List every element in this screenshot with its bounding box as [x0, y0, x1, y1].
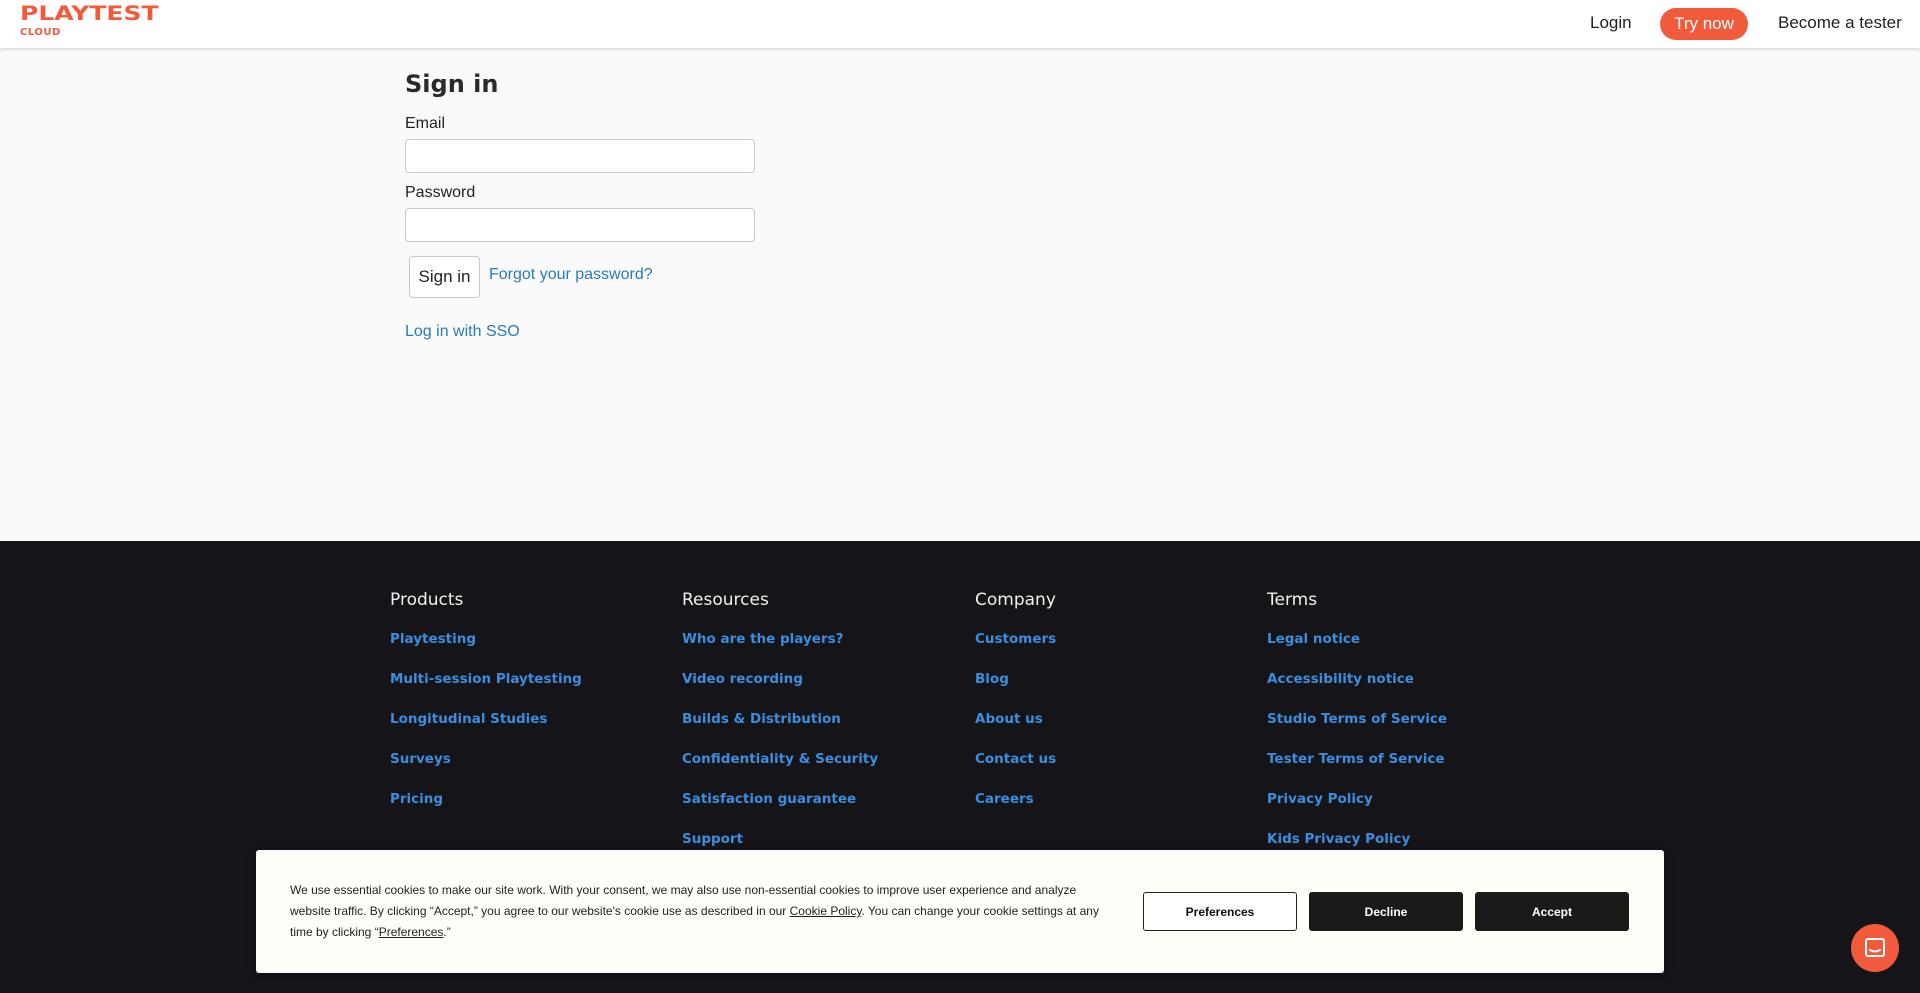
cookie-message: We use essential cookies to make our sit… [290, 880, 1110, 943]
email-label: Email [405, 115, 446, 132]
chat-launcher-button[interactable] [1851, 924, 1899, 972]
try-now-button[interactable]: Try now [1660, 8, 1748, 40]
cookie-decline-button[interactable]: Decline [1309, 892, 1463, 931]
footer-link-video-recording[interactable]: Video recording [682, 671, 803, 687]
footer-link-studio-tos[interactable]: Studio Terms of Service [1267, 711, 1447, 727]
footer-link-tester-tos[interactable]: Tester Terms of Service [1267, 751, 1445, 767]
footer-link-careers[interactable]: Careers [975, 791, 1034, 807]
footer-link-players[interactable]: Who are the players? [682, 631, 844, 647]
footer-link-about[interactable]: About us [975, 711, 1043, 727]
cookie-preferences-link[interactable]: Preferences [379, 925, 444, 939]
footer-column-terms: Terms Legal notice Accessibility notice … [1267, 590, 1447, 870]
signin-section: Sign in [405, 68, 498, 100]
cookie-policy-link[interactable]: Cookie Policy [790, 904, 862, 918]
top-navbar: PLAYTEST CLOUD Login Try now Become a te… [0, 0, 1920, 48]
forgot-password-link[interactable]: Forgot your password? [489, 266, 653, 284]
footer-link-customers[interactable]: Customers [975, 631, 1056, 647]
footer-link-accessibility[interactable]: Accessibility notice [1267, 671, 1414, 687]
footer-column-products: Products Playtesting Multi-session Playt… [390, 590, 582, 830]
footer-column-resources: Resources Who are the players? Video rec… [682, 590, 878, 870]
footer-link-confidentiality[interactable]: Confidentiality & Security [682, 751, 878, 767]
footer-link-legal[interactable]: Legal notice [1267, 631, 1360, 647]
footer-link-support[interactable]: Support [682, 831, 743, 847]
footer-link-surveys[interactable]: Surveys [390, 751, 451, 767]
footer-column-title: Resources [682, 590, 769, 610]
cookie-text-part: .” [443, 925, 451, 939]
footer-column-title: Terms [1267, 590, 1318, 610]
password-label: Password [405, 184, 476, 201]
footer-link-multi-session[interactable]: Multi-session Playtesting [390, 671, 582, 687]
playtest-cloud-logo[interactable]: PLAYTEST CLOUD [20, 2, 178, 39]
footer-link-satisfaction[interactable]: Satisfaction guarantee [682, 791, 856, 807]
logo-wordmark: PLAYTEST [20, 2, 159, 25]
cookie-preferences-button[interactable]: Preferences [1143, 892, 1297, 931]
footer-column-company: Company Customers Blog About us Contact … [975, 590, 1056, 830]
footer-link-playtesting[interactable]: Playtesting [390, 631, 476, 647]
logo-subtitle: CLOUD [20, 27, 61, 38]
footer-link-pricing[interactable]: Pricing [390, 791, 443, 807]
footer-link-privacy[interactable]: Privacy Policy [1267, 791, 1373, 807]
password-field[interactable] [405, 208, 755, 242]
footer-link-builds[interactable]: Builds & Distribution [682, 711, 841, 727]
chat-icon [1865, 938, 1885, 957]
footer-column-title: Company [975, 590, 1056, 610]
cookie-banner: We use essential cookies to make our sit… [256, 850, 1664, 973]
cookie-accept-button[interactable]: Accept [1475, 892, 1629, 931]
footer-column-title: Products [390, 590, 464, 610]
become-tester-link[interactable]: Become a tester [1778, 13, 1902, 33]
footer-link-longitudinal[interactable]: Longitudinal Studies [390, 711, 547, 727]
footer-link-kids-privacy[interactable]: Kids Privacy Policy [1267, 831, 1410, 847]
sso-login-link[interactable]: Log in with SSO [405, 323, 520, 341]
sign-in-button[interactable]: Sign in [409, 256, 480, 298]
login-link[interactable]: Login [1590, 13, 1632, 33]
footer-link-contact[interactable]: Contact us [975, 751, 1056, 767]
footer-link-blog[interactable]: Blog [975, 671, 1009, 687]
email-field[interactable] [405, 139, 755, 173]
page-title: Sign in [405, 70, 499, 98]
